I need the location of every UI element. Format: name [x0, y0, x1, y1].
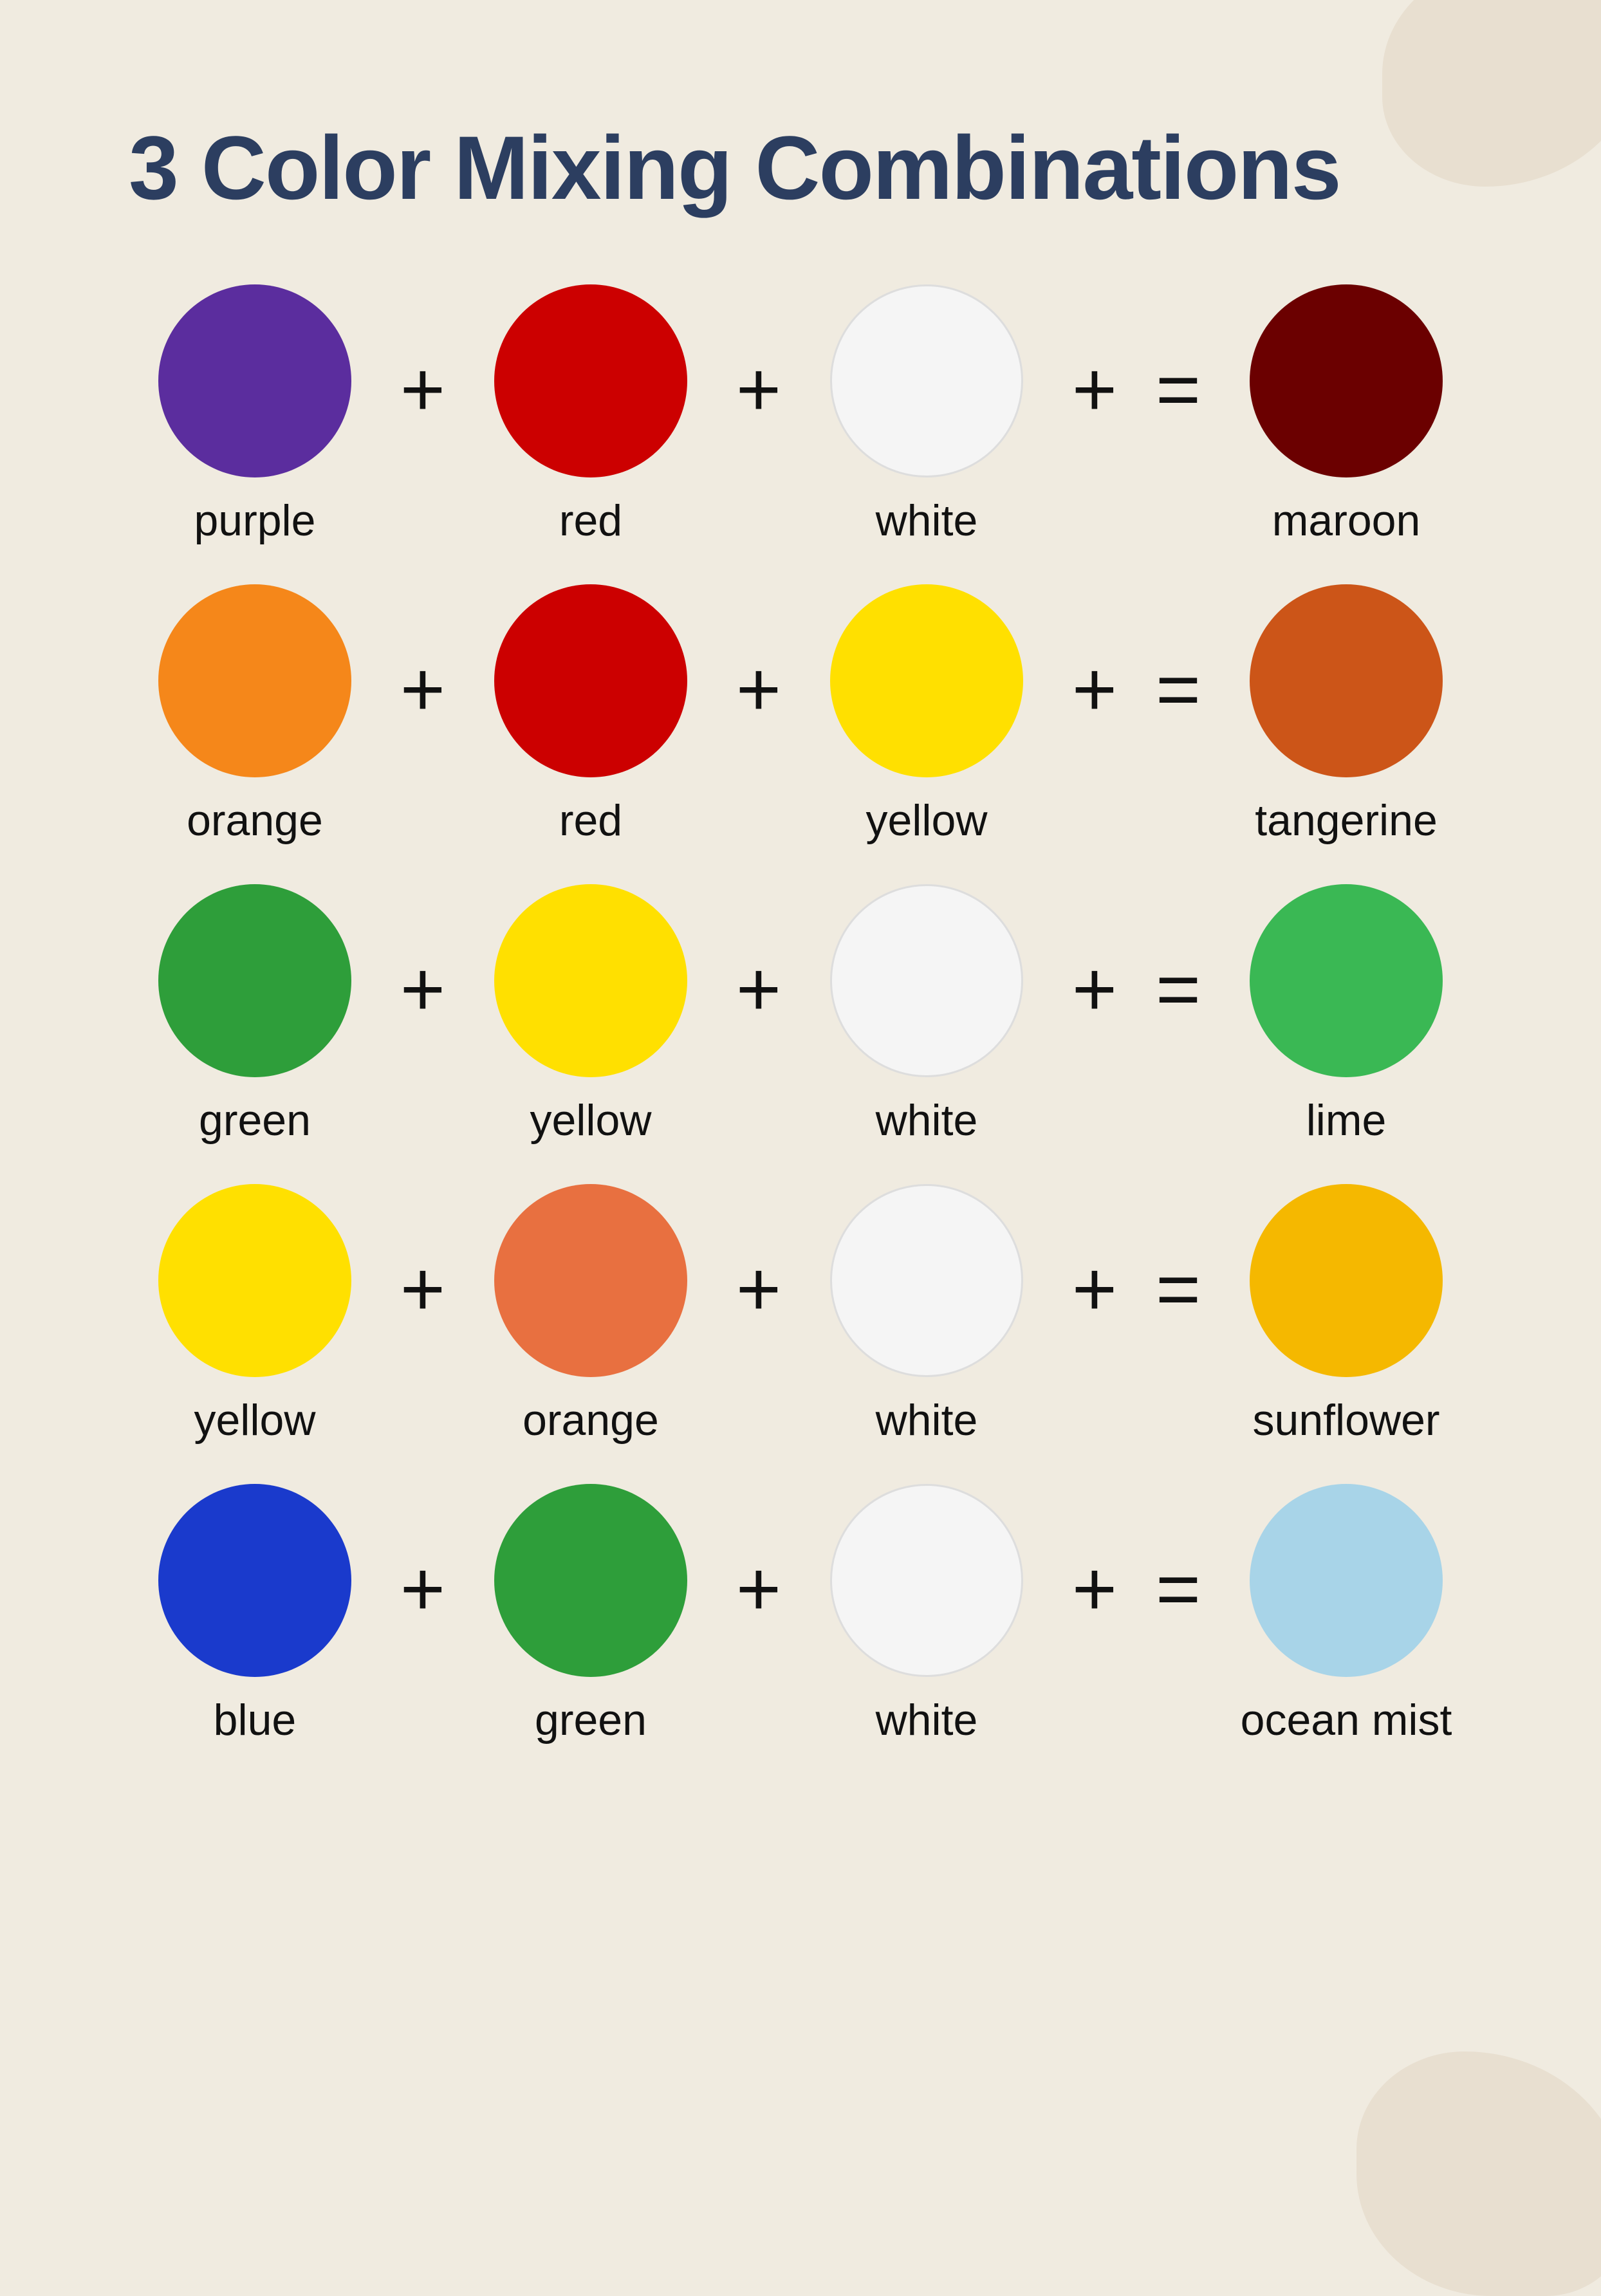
equals-operator-row-1: =: [1156, 345, 1201, 434]
color-item-red-1: red: [465, 284, 717, 546]
page-content: 3 Color Mixing Combinations purple + red + w…: [0, 0, 1601, 1810]
combination-row-5: blue + green + white + = ocean mist: [129, 1484, 1472, 1745]
color-item-yellow-3: yellow: [465, 884, 717, 1145]
label-yellow-2: yellow: [865, 795, 987, 846]
label-red-2: red: [559, 795, 622, 846]
combination-row-2: orange + red + yellow + = tangerine: [129, 584, 1472, 846]
circle-yellow-3: [494, 884, 687, 1077]
decorative-blob-bottom: [1356, 2051, 1601, 2296]
label-white-5: white: [876, 1695, 978, 1745]
plus-operator-1-row-1: +: [736, 345, 781, 434]
circle-orange-4: [494, 1184, 687, 1377]
color-item-green-5: green: [465, 1484, 717, 1745]
plus-operator-0-row-3: +: [400, 945, 445, 1033]
result-label-sunflower: sunflower: [1253, 1395, 1440, 1445]
page-title: 3 Color Mixing Combinations: [129, 116, 1472, 220]
combination-row-1: purple + red + white + = maroon: [129, 284, 1472, 546]
label-white-1: white: [876, 495, 978, 546]
result-circle-ocean-mist: [1250, 1484, 1443, 1677]
result-item-lime: lime: [1220, 884, 1472, 1145]
result-label-tangerine: tangerine: [1255, 795, 1438, 846]
circle-white-1: [830, 284, 1023, 477]
plus-operator-2-row-2: +: [1072, 645, 1117, 734]
color-item-white-4: white: [800, 1184, 1053, 1445]
color-item-white-1: white: [800, 284, 1053, 546]
result-label-ocean-mist: ocean mist: [1241, 1695, 1452, 1745]
plus-operator-0-row-5: +: [400, 1544, 445, 1633]
plus-operator-2-row-1: +: [1072, 345, 1117, 434]
color-item-yellow-4: yellow: [129, 1184, 381, 1445]
label-purple-1: purple: [194, 495, 315, 546]
plus-operator-1-row-5: +: [736, 1544, 781, 1633]
label-yellow-4: yellow: [194, 1395, 315, 1445]
color-item-orange-4: orange: [465, 1184, 717, 1445]
color-item-purple-1: purple: [129, 284, 381, 546]
circle-blue-5: [158, 1484, 351, 1677]
circle-white-5: [830, 1484, 1023, 1677]
combinations-list: purple+red+white+=maroonorange+red+yello…: [129, 284, 1472, 1745]
label-green-3: green: [199, 1095, 311, 1145]
circle-yellow-2: [830, 584, 1023, 777]
result-item-ocean-mist: ocean mist: [1220, 1484, 1472, 1745]
label-green-5: green: [535, 1695, 647, 1745]
label-yellow-3: yellow: [530, 1095, 651, 1145]
label-orange-2: orange: [187, 795, 323, 846]
color-item-green-3: green: [129, 884, 381, 1145]
plus-operator-1-row-2: +: [736, 645, 781, 734]
label-blue-5: blue: [214, 1695, 297, 1745]
color-item-blue-5: blue: [129, 1484, 381, 1745]
plus-operator-2-row-3: +: [1072, 945, 1117, 1033]
color-item-red-2: red: [465, 584, 717, 846]
equals-operator-row-4: =: [1156, 1245, 1201, 1333]
color-item-orange-2: orange: [129, 584, 381, 846]
plus-operator-0-row-4: +: [400, 1245, 445, 1333]
circle-red-2: [494, 584, 687, 777]
label-orange-4: orange: [523, 1395, 659, 1445]
circle-purple-1: [158, 284, 351, 477]
circle-green-5: [494, 1484, 687, 1677]
plus-operator-2-row-5: +: [1072, 1544, 1117, 1633]
combination-row-4: yellow + orange + white + = sunflower: [129, 1184, 1472, 1445]
result-circle-lime: [1250, 884, 1443, 1077]
equals-operator-row-5: =: [1156, 1544, 1201, 1633]
label-red-1: red: [559, 495, 622, 546]
circle-red-1: [494, 284, 687, 477]
color-item-white-5: white: [800, 1484, 1053, 1745]
circle-green-3: [158, 884, 351, 1077]
result-label-maroon: maroon: [1272, 495, 1421, 546]
plus-operator-2-row-4: +: [1072, 1245, 1117, 1333]
result-item-sunflower: sunflower: [1220, 1184, 1472, 1445]
label-white-4: white: [876, 1395, 978, 1445]
equals-operator-row-3: =: [1156, 945, 1201, 1033]
result-circle-maroon: [1250, 284, 1443, 477]
plus-operator-0-row-1: +: [400, 345, 445, 434]
result-item-tangerine: tangerine: [1220, 584, 1472, 846]
plus-operator-1-row-4: +: [736, 1245, 781, 1333]
result-circle-tangerine: [1250, 584, 1443, 777]
label-white-3: white: [876, 1095, 978, 1145]
combination-row-3: green + yellow + white + = lime: [129, 884, 1472, 1145]
result-circle-sunflower: [1250, 1184, 1443, 1377]
circle-yellow-4: [158, 1184, 351, 1377]
color-item-yellow-2: yellow: [800, 584, 1053, 846]
plus-operator-1-row-3: +: [736, 945, 781, 1033]
result-label-lime: lime: [1306, 1095, 1387, 1145]
circle-white-4: [830, 1184, 1023, 1377]
circle-orange-2: [158, 584, 351, 777]
circle-white-3: [830, 884, 1023, 1077]
plus-operator-0-row-2: +: [400, 645, 445, 734]
result-item-maroon: maroon: [1220, 284, 1472, 546]
color-item-white-3: white: [800, 884, 1053, 1145]
equals-operator-row-2: =: [1156, 645, 1201, 734]
